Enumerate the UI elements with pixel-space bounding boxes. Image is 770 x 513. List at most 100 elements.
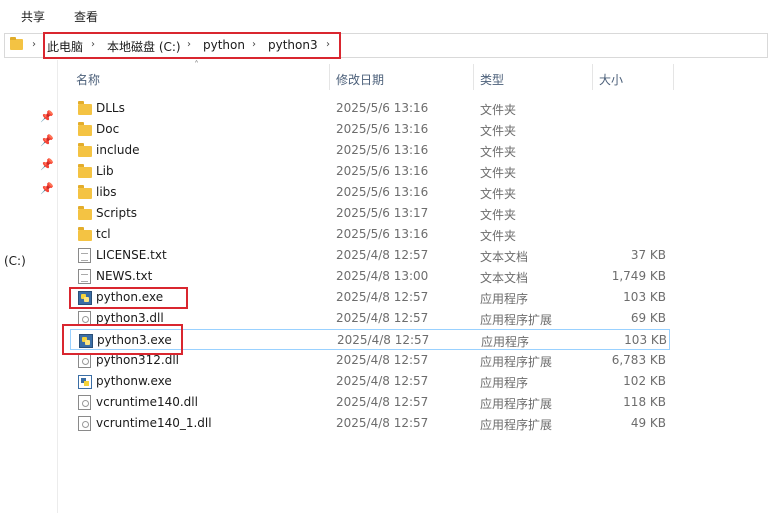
dll-file-icon	[78, 395, 91, 410]
column-divider[interactable]	[473, 64, 474, 90]
file-type: 文件夹	[480, 103, 517, 117]
file-modified-date: 2025/4/8 12:57	[336, 374, 429, 388]
folder-icon	[78, 164, 92, 178]
pythonw-exe-icon	[78, 375, 92, 389]
file-name: Lib	[96, 164, 114, 178]
column-header-size[interactable]: 大小	[599, 71, 623, 97]
file-name: Scripts	[96, 206, 138, 220]
dll-file-icon	[78, 353, 91, 368]
file-size: 102 KB	[623, 374, 666, 388]
file-modified-date: 2025/4/8 12:57	[336, 311, 429, 325]
file-type: 文本文档	[480, 250, 529, 264]
file-type: 文件夹	[480, 187, 517, 201]
file-name: NEWS.txt	[96, 269, 153, 283]
file-row[interactable]: Doc 2025/5/6 13:16 文件夹	[70, 119, 670, 140]
file-modified-date: 2025/5/6 13:16	[336, 164, 429, 178]
file-name: python312.dll	[96, 353, 179, 367]
file-type: 应用程序扩展	[480, 397, 553, 411]
file-modified-date: 2025/5/6 13:16	[336, 143, 429, 157]
file-name: vcruntime140_1.dll	[96, 416, 212, 430]
column-divider[interactable]	[673, 64, 674, 90]
highlight-box-python-exe	[69, 287, 188, 309]
folder-icon	[78, 143, 92, 157]
column-header-name[interactable]: 名称	[76, 71, 100, 97]
file-size: 49 KB	[630, 416, 666, 430]
folder-icon	[78, 101, 92, 115]
file-modified-date: 2025/5/6 13:16	[336, 122, 429, 136]
file-modified-date: 2025/5/6 13:16	[336, 101, 429, 115]
column-header-type[interactable]: 类型	[480, 71, 504, 97]
pin-icon[interactable]: 📌	[40, 110, 54, 123]
file-row[interactable]: DLLs 2025/5/6 13:16 文件夹	[70, 98, 670, 119]
file-type: 应用程序	[480, 292, 529, 306]
ribbon: 共享 查看	[0, 0, 770, 30]
folder-icon	[10, 37, 23, 50]
file-type: 文件夹	[480, 229, 517, 243]
file-size: 37 KB	[630, 248, 666, 262]
file-type: 文件夹	[480, 124, 517, 138]
file-name: python3.dll	[96, 311, 164, 325]
file-name: libs	[96, 185, 117, 199]
file-type: 文件夹	[480, 166, 517, 180]
file-name: vcruntime140.dll	[96, 395, 198, 409]
column-divider[interactable]	[592, 64, 593, 90]
file-row[interactable]: LICENSE.txt 2025/4/8 12:57 文本文档 37 KB	[70, 245, 670, 266]
file-modified-date: 2025/4/8 12:57	[336, 353, 429, 367]
highlight-box-path	[43, 32, 341, 59]
ribbon-tab-view[interactable]: 查看	[74, 8, 98, 25]
file-size: 1,749 KB	[611, 269, 666, 283]
folder-icon	[78, 185, 92, 199]
folder-icon	[78, 227, 92, 241]
pin-icon[interactable]: 📌	[40, 182, 54, 195]
file-row[interactable]: vcruntime140_1.dll 2025/4/8 12:57 应用程序扩展 49…	[70, 413, 670, 434]
file-row[interactable]: Scripts 2025/5/6 13:17 文件夹	[70, 203, 670, 224]
file-size: 6,783 KB	[611, 353, 666, 367]
column-header-date[interactable]: 修改日期	[336, 71, 384, 97]
file-name: tcl	[96, 227, 111, 241]
folder-icon	[78, 206, 92, 220]
ribbon-tab-share[interactable]: 共享	[21, 8, 45, 25]
file-type: 文件夹	[480, 145, 517, 159]
file-modified-date: 2025/4/8 12:57	[336, 395, 429, 409]
file-type: 应用程序扩展	[480, 418, 553, 432]
file-modified-date: 2025/4/8 13:00	[336, 269, 429, 283]
chevron-right-icon[interactable]: ›	[32, 39, 36, 50]
file-row[interactable]: tcl 2025/5/6 13:16 文件夹	[70, 224, 670, 245]
file-name: pythonw.exe	[96, 374, 172, 388]
pin-icon[interactable]: 📌	[40, 158, 54, 171]
text-file-icon	[78, 248, 91, 263]
file-modified-date: 2025/5/6 13:17	[336, 206, 429, 220]
file-name: DLLs	[96, 101, 125, 115]
file-size: 103 KB	[623, 290, 666, 304]
file-name: include	[96, 143, 140, 157]
file-row[interactable]: Lib 2025/5/6 13:16 文件夹	[70, 161, 670, 182]
file-type: 文本文档	[480, 271, 529, 285]
file-size: 103 KB	[624, 333, 667, 347]
address-bar[interactable]: › 此电脑 › 本地磁盘 (C:) › python › python3 ›	[4, 32, 768, 59]
file-modified-date: 2025/5/6 13:16	[336, 185, 429, 199]
file-size: 118 KB	[623, 395, 666, 409]
text-file-icon	[78, 269, 91, 284]
file-row[interactable]: pythonw.exe 2025/4/8 12:57 应用程序 102 KB	[70, 371, 670, 392]
file-row[interactable]: vcruntime140.dll 2025/4/8 12:57 应用程序扩展 118 …	[70, 392, 670, 413]
file-modified-date: 2025/5/6 13:16	[336, 227, 429, 241]
file-modified-date: 2025/4/8 12:57	[336, 248, 429, 262]
file-name: Doc	[96, 122, 120, 136]
file-name: LICENSE.txt	[96, 248, 167, 262]
pin-icon[interactable]: 📌	[40, 134, 54, 147]
navigation-pane: 📌 📌 📌 📌	[0, 60, 58, 513]
file-modified-date: 2025/4/8 12:57	[336, 290, 429, 304]
sort-ascending-icon: ˄	[194, 60, 199, 71]
file-modified-date: 2025/4/8 12:57	[336, 416, 429, 430]
file-type: 应用程序	[480, 376, 529, 390]
file-type: 应用程序扩展	[480, 313, 553, 327]
folder-icon	[78, 122, 92, 136]
file-row[interactable]: include 2025/5/6 13:16 文件夹	[70, 140, 670, 161]
file-row[interactable]: NEWS.txt 2025/4/8 13:00 文本文档 1,749 KB	[70, 266, 670, 287]
nav-item-drive-c[interactable]: (C:)	[4, 254, 26, 268]
column-divider[interactable]	[329, 64, 330, 90]
file-type: 应用程序	[481, 335, 530, 349]
file-type: 应用程序扩展	[480, 355, 553, 369]
file-row[interactable]: libs 2025/5/6 13:16 文件夹	[70, 182, 670, 203]
file-modified-date: 2025/4/8 12:57	[337, 333, 430, 347]
